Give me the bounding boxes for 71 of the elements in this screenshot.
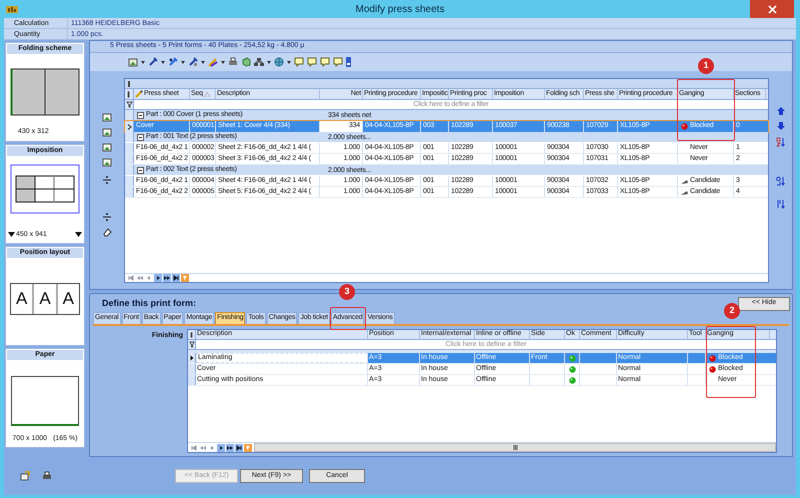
highlight-frame: [706, 326, 756, 398]
next-icon[interactable]: [217, 444, 225, 452]
cube-icon[interactable]: [241, 57, 251, 67]
collapse-icon[interactable]: [137, 134, 144, 140]
first-page-icon[interactable]: [127, 274, 135, 282]
sort-icon[interactable]: [776, 137, 785, 147]
sort-icon[interactable]: [776, 199, 785, 209]
close-button[interactable]: [750, 0, 794, 18]
current-row-icon: [190, 355, 194, 361]
position-letter: A: [32, 284, 56, 314]
dropdown-arrow-icon[interactable]: [201, 60, 205, 64]
previous-page-icon[interactable]: [199, 444, 207, 452]
dropdown-arrow-icon[interactable]: [181, 60, 185, 64]
picture-icon[interactable]: [102, 157, 112, 167]
scroll-grip-icon: [512, 445, 518, 450]
imposition-drawing: [10, 164, 80, 214]
picture-icon[interactable]: [102, 112, 112, 122]
collapse-icon[interactable]: [137, 166, 144, 174]
help-icon[interactable]: [20, 471, 30, 481]
dropdown-arrow-icon[interactable]: [141, 60, 145, 64]
printer-icon[interactable]: [42, 471, 52, 481]
dropdown-arrow-icon[interactable]: [75, 232, 82, 238]
previous-page-icon[interactable]: [136, 274, 144, 282]
dropdown-arrow-icon[interactable]: [267, 60, 271, 64]
section-title: Define this print form:: [102, 296, 196, 310]
dropdown-arrow-icon[interactable]: [8, 232, 15, 238]
first-page-icon[interactable]: [190, 444, 198, 452]
status-dot-icon: [709, 354, 716, 362]
picture-icon[interactable]: [102, 127, 112, 137]
pencil-icon: [135, 90, 143, 98]
last-page-icon[interactable]: [235, 444, 243, 452]
divide-icon[interactable]: [102, 175, 112, 185]
eraser-icon[interactable]: [102, 227, 112, 237]
row-selector[interactable]: [188, 353, 196, 363]
highlight-frame: [330, 307, 366, 330]
next-icon[interactable]: [154, 274, 162, 282]
horizontal-scrollbar[interactable]: [254, 443, 776, 452]
current-row-icon: [126, 124, 132, 130]
row-selector[interactable]: [125, 121, 134, 132]
next-page-icon[interactable]: [163, 274, 171, 282]
window-title: Modify press sheets: [354, 2, 446, 16]
printer-icon[interactable]: [228, 57, 238, 67]
status-dot-icon: [709, 366, 716, 372]
dropdown-arrow-icon[interactable]: [221, 60, 225, 64]
status-dot-icon: [681, 123, 688, 130]
globe-icon[interactable]: [274, 57, 284, 67]
last-page-icon[interactable]: [172, 274, 180, 282]
tree-icon[interactable]: [254, 57, 264, 67]
collapse-icon[interactable]: [137, 112, 144, 118]
picture-icon[interactable]: [102, 142, 112, 152]
down-arrow-icon[interactable]: [776, 122, 784, 130]
wrench-icon[interactable]: [168, 57, 178, 67]
app-icon: [5, 4, 19, 14]
wrench-icon[interactable]: [188, 57, 198, 67]
next-page-icon[interactable]: [226, 444, 234, 452]
overflow-icon[interactable]: [346, 57, 351, 67]
divide-icon[interactable]: [102, 212, 112, 222]
picture-icon[interactable]: [128, 57, 138, 67]
sort-ascending-icon: [204, 92, 210, 96]
folding-scheme-drawing: [10, 68, 80, 116]
sort-icon[interactable]: [776, 176, 785, 186]
dropdown-arrow-icon[interactable]: [161, 60, 165, 64]
paper-sheet-drawing: [11, 376, 79, 426]
highlight-frame: [677, 79, 735, 141]
dropdown-arrow-icon[interactable]: [287, 60, 291, 64]
wrench-icon[interactable]: [148, 57, 158, 67]
close-icon: [768, 4, 776, 14]
position-letter: A: [14, 288, 28, 310]
pencil-icon[interactable]: [208, 57, 218, 67]
position-letter: A: [56, 284, 79, 314]
up-arrow-icon[interactable]: [776, 107, 784, 115]
